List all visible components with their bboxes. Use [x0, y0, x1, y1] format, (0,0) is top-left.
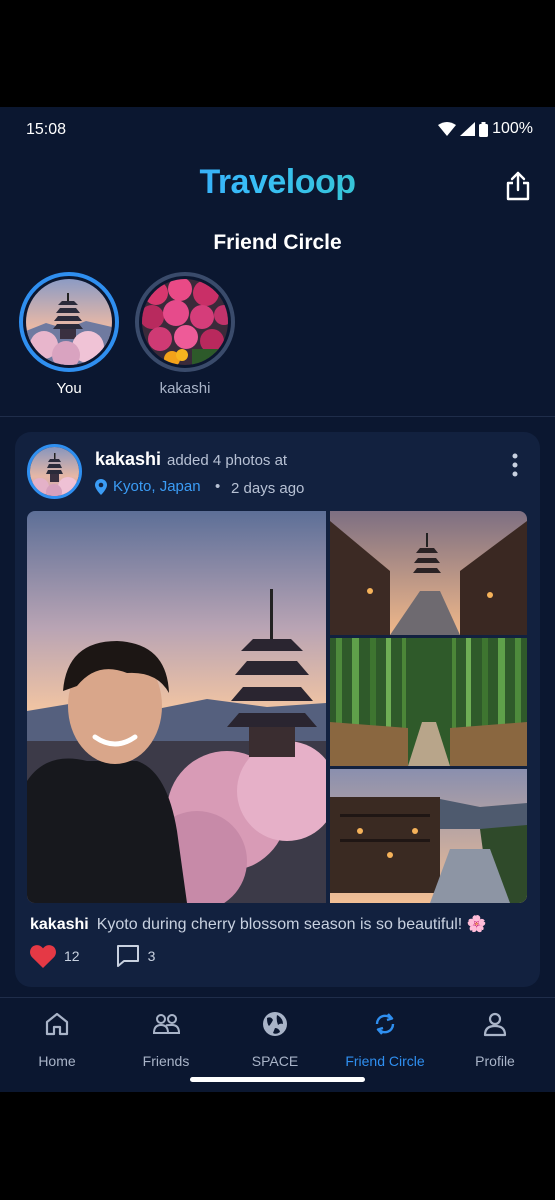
river-town-photo[interactable]: [330, 769, 527, 903]
caption-text: Kyoto during cherry blossom season is so…: [96, 916, 487, 933]
bottom-nav: Home Friends SPACE Friend Circle Profile: [0, 997, 555, 1092]
signal-icon: [460, 122, 476, 136]
story-ring: [19, 272, 119, 372]
app-logo: Traveloop: [0, 163, 555, 202]
app-screen: 15:08 100% Traveloop Friend Circle You k…: [0, 107, 555, 1092]
heart-icon[interactable]: [30, 944, 56, 968]
post-stats: 12 3: [30, 944, 191, 968]
section-divider: [0, 416, 555, 417]
flowers-thumbnail: [142, 279, 228, 365]
post-location[interactable]: Kyoto, Japan: [95, 478, 201, 495]
bamboo-photo[interactable]: [330, 638, 527, 766]
nav-label: Home: [38, 1053, 76, 1069]
friends-icon: [152, 1014, 181, 1034]
post-username[interactable]: kakashi: [95, 449, 161, 470]
nav-label: SPACE: [251, 1053, 299, 1069]
likes-count: 12: [64, 948, 80, 964]
sync-icon: [375, 1013, 395, 1035]
status-bar: 15:08 100%: [0, 107, 555, 153]
nav-label: Profile: [475, 1053, 515, 1069]
story-label: You: [56, 380, 82, 397]
battery-percent: 100%: [492, 120, 533, 137]
post-card: kakashi added 4 photos at Kyoto, Japan •…: [15, 432, 540, 987]
nav-label: Friend Circle: [345, 1053, 425, 1069]
nav-home[interactable]: Home: [2, 1010, 112, 1069]
story-kakashi[interactable]: kakashi: [135, 272, 235, 397]
nav-friend-circle[interactable]: Friend Circle: [330, 1010, 440, 1069]
nav-friends[interactable]: Friends: [111, 1010, 221, 1069]
avatar[interactable]: [27, 444, 82, 499]
story-label: kakashi: [159, 380, 211, 397]
comments-count: 3: [147, 948, 156, 964]
comment-icon[interactable]: [116, 944, 140, 968]
pagoda-thumbnail: [26, 279, 112, 365]
home-indicator[interactable]: [190, 1077, 365, 1082]
location-text: Kyoto, Japan: [113, 478, 201, 495]
status-icons: 100%: [438, 120, 533, 138]
post-time: 2 days ago: [231, 480, 305, 497]
battery-icon: [479, 121, 489, 137]
profile-icon: [483, 1012, 507, 1037]
share-icon[interactable]: [505, 171, 531, 201]
more-options-icon[interactable]: [510, 452, 520, 478]
selfie-photo[interactable]: [27, 511, 326, 903]
globe-icon: [263, 1012, 287, 1036]
story-ring: [135, 272, 235, 372]
nav-label: Friends: [142, 1053, 190, 1069]
status-time: 15:08: [26, 121, 67, 138]
caption-username[interactable]: kakashi: [30, 916, 89, 933]
page-title: Friend Circle: [213, 231, 342, 254]
story-you[interactable]: You: [19, 272, 119, 397]
photo-grid: [27, 511, 527, 903]
wifi-icon: [438, 122, 457, 136]
home-icon: [45, 1012, 69, 1036]
street-photo[interactable]: [330, 511, 527, 635]
nav-space[interactable]: SPACE: [220, 1010, 330, 1069]
nav-profile[interactable]: Profile: [440, 1010, 550, 1069]
post-caption: kakashi Kyoto during cherry blossom seaso…: [30, 914, 487, 934]
separator-dot: •: [215, 478, 221, 495]
post-action: added 4 photos at: [167, 452, 288, 469]
location-pin-icon: [95, 478, 107, 495]
